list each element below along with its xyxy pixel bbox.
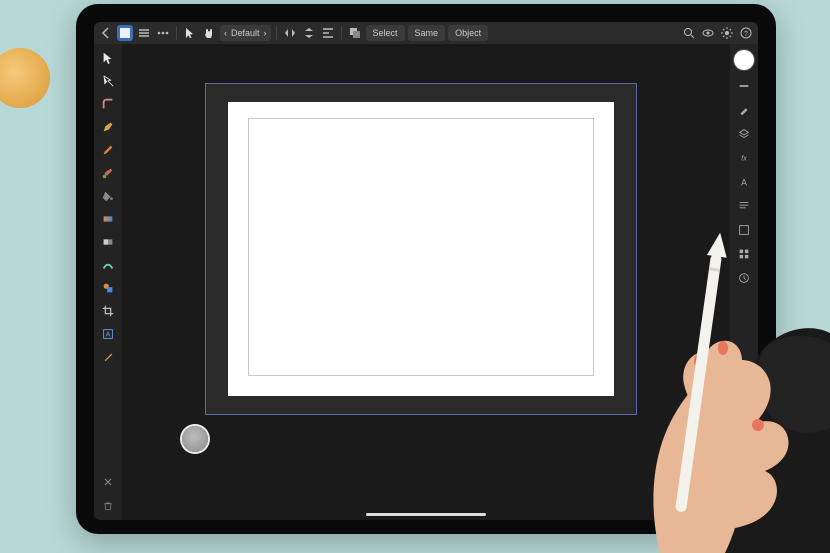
history-panel-icon[interactable] [735,270,753,286]
layers-panel-icon[interactable] [735,126,753,142]
canvas-area[interactable] [122,44,730,520]
object-menu-button[interactable]: Object [448,25,488,41]
quick-menu-button[interactable] [182,426,208,452]
preset-next[interactable]: › [264,28,267,38]
flip-vertical-button[interactable] [301,25,317,41]
boolean-ops-button[interactable] [347,25,363,41]
paragraph-panel-icon[interactable] [735,198,753,214]
close-icon[interactable] [100,474,116,490]
svg-text:A: A [106,332,111,339]
pointer-tool-button[interactable] [182,25,198,41]
stroke-panel-icon[interactable] [735,78,753,94]
tools-sidebar: A [94,44,122,520]
color-swatch[interactable] [734,50,754,70]
document-page[interactable] [228,102,614,396]
move-tool[interactable] [97,48,119,68]
pen-tool[interactable] [97,117,119,137]
node-tool[interactable] [97,71,119,91]
align-button[interactable] [320,25,336,41]
search-button[interactable] [681,25,697,41]
same-menu-button[interactable]: Same [408,25,446,41]
corner-tool[interactable] [97,94,119,114]
app-screen: ‹ Default › Select Same Object [94,22,758,520]
separator [176,26,177,40]
text-panel-icon[interactable]: A [735,174,753,190]
tablet-device: ‹ Default › Select Same Object [76,4,776,534]
help-button[interactable]: ? [738,25,754,41]
hand-tool-button[interactable] [201,25,217,41]
top-toolbar: ‹ Default › Select Same Object [94,22,758,44]
artboard[interactable] [206,84,636,414]
flip-horizontal-button[interactable] [282,25,298,41]
settings-button[interactable] [719,25,735,41]
bottom-left-controls [100,474,116,514]
persona-designer-button[interactable] [117,25,133,41]
preset-label: Default [231,28,260,38]
assets-panel-icon[interactable] [735,246,753,262]
back-button[interactable] [98,25,114,41]
document-menu-button[interactable] [136,25,152,41]
svg-text:A: A [741,178,747,188]
preset-prev[interactable]: ‹ [224,28,227,38]
trash-icon[interactable] [100,498,116,514]
preset-selector[interactable]: ‹ Default › [220,25,271,41]
transparency-tool[interactable] [97,232,119,252]
effects-panel-icon[interactable]: fx [735,150,753,166]
shape-tool[interactable] [97,278,119,298]
studio-sidebar: fx A [730,44,758,520]
select-menu-button[interactable]: Select [366,25,405,41]
more-menu-button[interactable] [155,25,171,41]
separator [276,26,277,40]
styles-panel-icon[interactable] [735,222,753,238]
vector-brush-tool[interactable] [97,255,119,275]
home-indicator[interactable] [366,513,486,516]
brushes-panel-icon[interactable] [735,102,753,118]
pencil-tool[interactable] [97,140,119,160]
text-tool[interactable]: A [97,324,119,344]
svg-text:fx: fx [741,156,747,163]
svg-text:?: ? [744,31,748,38]
color-picker-tool[interactable] [97,347,119,367]
crop-tool[interactable] [97,301,119,321]
preview-button[interactable] [700,25,716,41]
brush-tool[interactable] [97,163,119,183]
separator [341,26,342,40]
desk-decor [0,48,50,108]
page-margin-guide [248,118,594,376]
fill-tool[interactable] [97,186,119,206]
gradient-tool[interactable] [97,209,119,229]
